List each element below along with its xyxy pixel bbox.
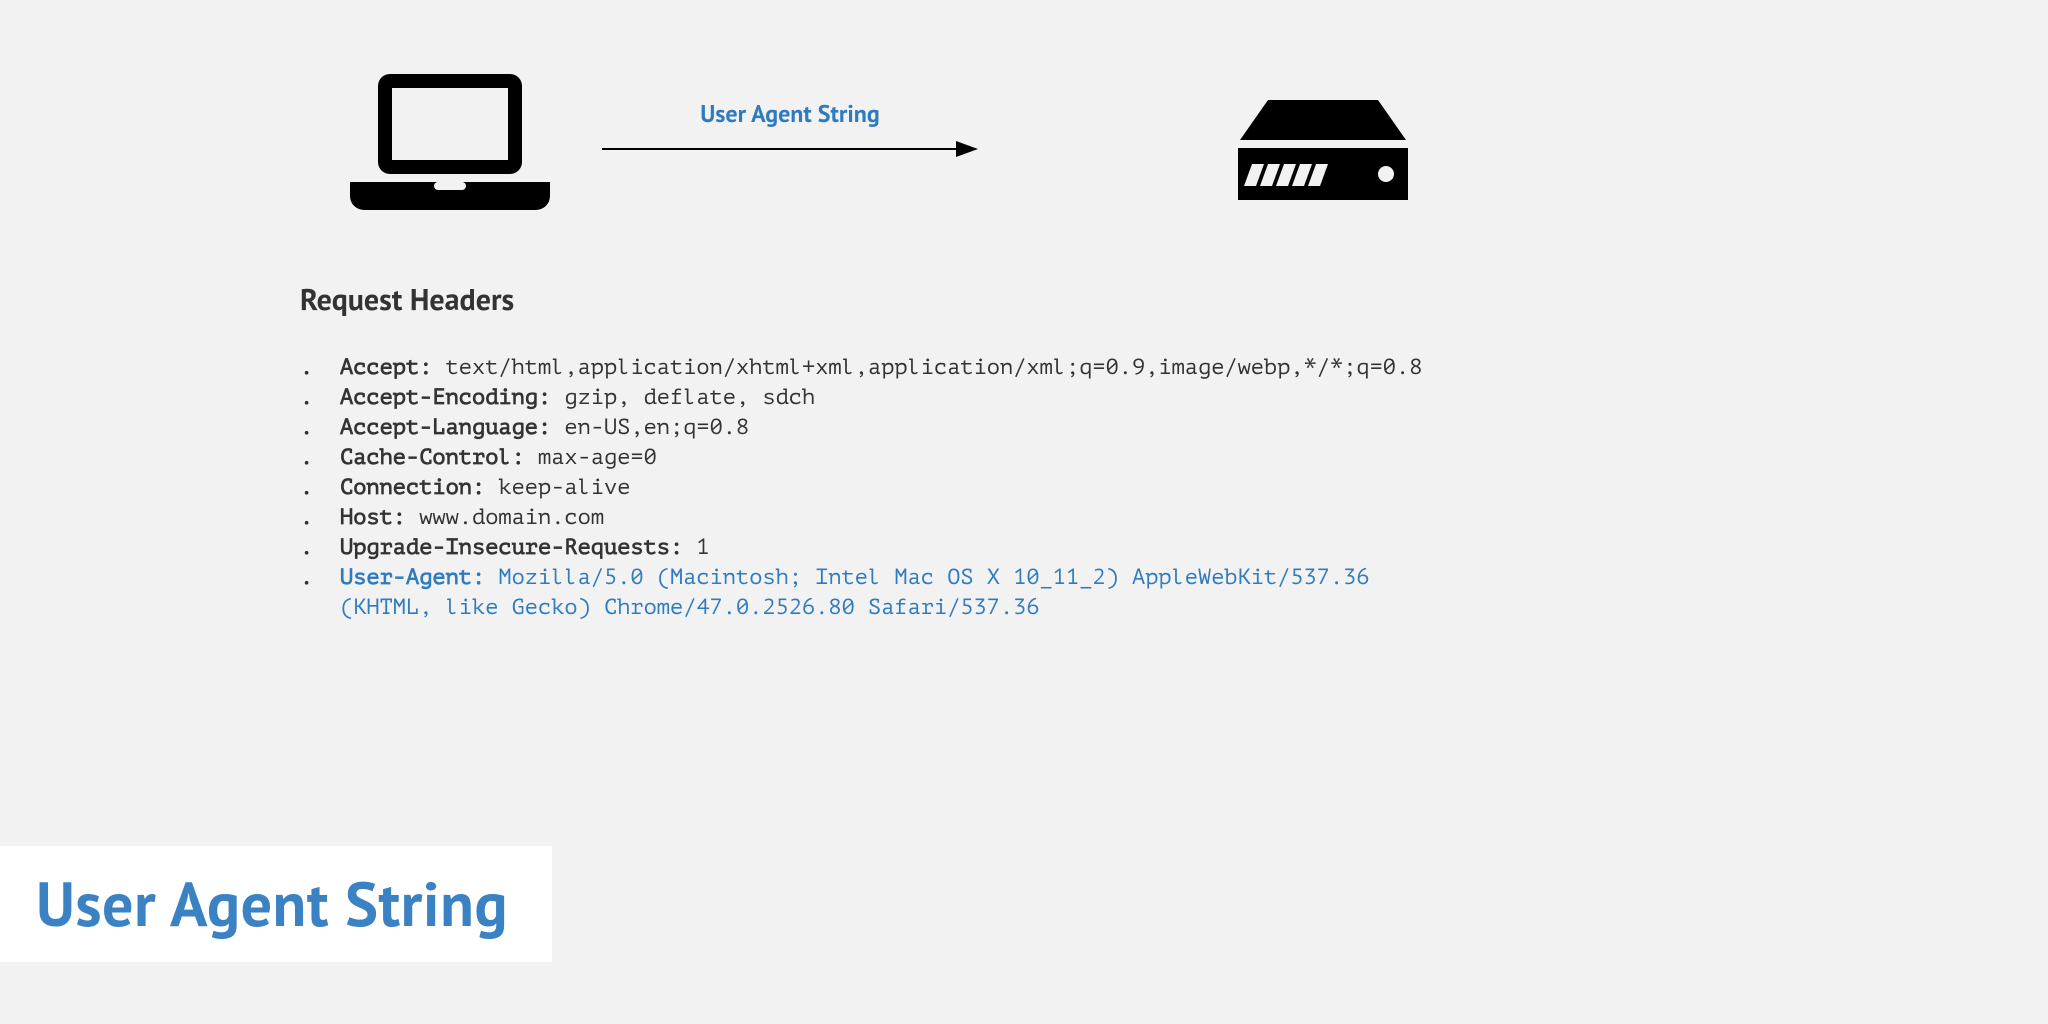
- header-content: Cache-Control: max-age=0: [340, 443, 657, 473]
- header-value: text/html,application/xhtml+xml,applicat…: [432, 356, 1422, 380]
- header-name: Connection:: [340, 476, 485, 500]
- header-value: gzip, deflate, sdch: [551, 386, 815, 410]
- header-name: Accept-Encoding:: [340, 386, 551, 410]
- bullet: .: [300, 383, 340, 413]
- diagram-row: User Agent String: [300, 70, 1748, 230]
- arrow-label: User Agent String: [600, 98, 980, 129]
- header-line: .Host: www.domain.com: [300, 503, 1848, 533]
- header-value-continuation: (KHTML, like Gecko) Chrome/47.0.2526.80 …: [340, 593, 1848, 623]
- bullet: .: [300, 443, 340, 473]
- header-value: en-US,en;q=0.8: [551, 416, 749, 440]
- header-name: Host:: [340, 506, 406, 530]
- header-line: .Connection: keep-alive: [300, 473, 1848, 503]
- bullet: .: [300, 503, 340, 533]
- arrow: User Agent String: [600, 98, 980, 166]
- slide-title: User Agent String: [36, 864, 508, 944]
- header-line: .Accept: text/html,application/xhtml+xml…: [300, 353, 1848, 383]
- header-name: Cache-Control:: [340, 446, 525, 470]
- header-name: User-Agent:: [340, 566, 485, 590]
- bullet: .: [300, 413, 340, 443]
- header-content: Upgrade-Insecure-Requests: 1: [340, 533, 710, 563]
- header-content: User-Agent: Mozilla/5.0 (Macintosh; Inte…: [340, 563, 1370, 593]
- section-title: Request Headers: [300, 280, 1848, 319]
- bullet: .: [300, 563, 340, 593]
- bullet: .: [300, 353, 340, 383]
- header-value: keep-alive: [485, 476, 630, 500]
- header-value: www.domain.com: [406, 506, 604, 530]
- header-value: 1: [683, 536, 709, 560]
- header-value: Mozilla/5.0 (Macintosh; Intel Mac OS X 1…: [485, 566, 1369, 590]
- header-line: .Cache-Control: max-age=0: [300, 443, 1848, 473]
- headers-list: .Accept: text/html,application/xhtml+xml…: [300, 353, 1848, 623]
- request-headers-block: Request Headers .Accept: text/html,appli…: [300, 280, 1848, 623]
- bullet: .: [300, 473, 340, 503]
- header-name: Accept:: [340, 356, 432, 380]
- header-line: .Accept-Encoding: gzip, deflate, sdch: [300, 383, 1848, 413]
- header-content: Accept: text/html,application/xhtml+xml,…: [340, 353, 1422, 383]
- header-name: Upgrade-Insecure-Requests:: [340, 536, 683, 560]
- slide-title-box: User Agent String: [0, 846, 552, 962]
- header-value: max-age=0: [525, 446, 657, 470]
- header-content: Accept-Encoding: gzip, deflate, sdch: [340, 383, 815, 413]
- header-content: Connection: keep-alive: [340, 473, 630, 503]
- header-content: Accept-Language: en-US,en;q=0.8: [340, 413, 749, 443]
- arrow-icon: [600, 137, 980, 161]
- header-line: .Accept-Language: en-US,en;q=0.8: [300, 413, 1848, 443]
- laptop-icon: [340, 70, 560, 225]
- header-name: Accept-Language:: [340, 416, 551, 440]
- server-icon: [1238, 100, 1408, 215]
- header-line: .Upgrade-Insecure-Requests: 1: [300, 533, 1848, 563]
- header-content: Host: www.domain.com: [340, 503, 604, 533]
- bullet: .: [300, 533, 340, 563]
- header-line: .User-Agent: Mozilla/5.0 (Macintosh; Int…: [300, 563, 1848, 593]
